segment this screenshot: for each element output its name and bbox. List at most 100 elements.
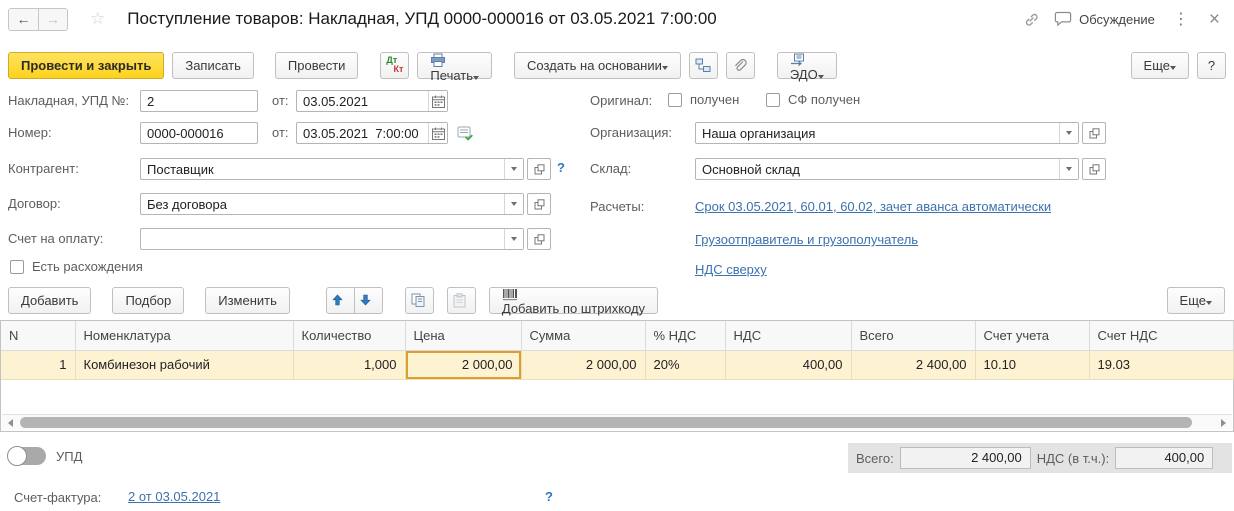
organization-input[interactable] (696, 123, 1059, 143)
organization-field-wrap (695, 122, 1079, 144)
move-up-button[interactable] (326, 287, 355, 314)
invoice-number-field-wrap (140, 90, 258, 112)
warehouse-input[interactable] (696, 159, 1059, 179)
forward-button[interactable]: → (38, 9, 67, 30)
col-header-sum[interactable]: Сумма (521, 321, 645, 350)
col-header-nomenclature[interactable]: Номенклатура (75, 321, 293, 350)
contract-input[interactable] (141, 194, 504, 214)
payment-account-open-button[interactable] (527, 228, 551, 250)
col-header-vat-account[interactable]: Счет НДС (1089, 321, 1233, 350)
document-date-field-wrap (296, 122, 448, 144)
number-field-wrap (140, 122, 258, 144)
shipper-consignee-link[interactable]: Грузоотправитель и грузополучатель (695, 232, 918, 247)
discussion-button[interactable]: Обсуждение (1054, 11, 1155, 27)
move-down-button[interactable] (354, 287, 383, 314)
col-header-total[interactable]: Всего (851, 321, 975, 350)
contractor-open-button[interactable] (527, 158, 551, 180)
organization-open-button[interactable] (1082, 122, 1106, 144)
number-label: Номер: (8, 122, 52, 144)
back-button[interactable]: ← (9, 9, 38, 30)
grid-header-row: N Номенклатура Количество Цена Сумма % Н… (1, 321, 1233, 350)
paperclip-icon (732, 58, 749, 73)
col-header-n[interactable]: N (1, 321, 75, 350)
edo-button[interactable]: ЭДО (777, 52, 837, 79)
close-icon[interactable]: × (1207, 10, 1222, 29)
more-button[interactable]: Еще (1131, 52, 1189, 79)
invoice-factura-help-link[interactable]: ? (545, 489, 553, 504)
favorite-star-icon[interactable]: ☆ (90, 9, 105, 29)
kebab-menu-icon[interactable]: ⋮ (1169, 9, 1193, 29)
cell-vat[interactable]: 400,00 (725, 350, 851, 379)
contract-open-button[interactable] (527, 193, 551, 215)
dt-kt-icon: ДтКт (386, 56, 403, 74)
document-date-calendar-button[interactable] (428, 123, 447, 143)
number-input[interactable] (141, 123, 257, 143)
dt-kt-postings-button[interactable]: ДтКт (380, 52, 409, 79)
col-header-account[interactable]: Счет учета (975, 321, 1089, 350)
contractor-help-link[interactable]: ? (557, 160, 565, 175)
payment-account-dropdown-button[interactable] (504, 229, 523, 249)
create-based-on-button[interactable]: Создать на основании (514, 52, 681, 79)
settlements-link[interactable]: Срок 03.05.2021, 60.01, 60.02, зачет ава… (695, 199, 1051, 214)
document-date-input[interactable] (297, 123, 428, 143)
print-button[interactable]: Печать (417, 52, 492, 79)
col-header-vat[interactable]: НДС (725, 321, 851, 350)
discussion-label: Обсуждение (1079, 12, 1155, 27)
post-button[interactable]: Провести (275, 52, 359, 79)
pick-items-button[interactable]: Подбор (112, 287, 184, 314)
organization-label: Организация: (590, 122, 672, 144)
page-title: Поступление товаров: Накладная, УПД 0000… (127, 9, 716, 29)
invoice-date-input[interactable] (297, 91, 428, 111)
add-by-barcode-button[interactable]: Добавить по штрихкоду (489, 287, 658, 314)
paste-rows-button[interactable] (447, 287, 476, 314)
horizontal-scrollbar[interactable] (2, 414, 1232, 430)
cell-price-selected[interactable]: 2 000,00 (405, 350, 521, 379)
cell-vat-percent[interactable]: 20% (645, 350, 725, 379)
warehouse-open-button[interactable] (1082, 158, 1106, 180)
contractor-input[interactable] (141, 159, 504, 179)
link-icon[interactable] (1023, 11, 1040, 28)
original-received-checkbox[interactable] (668, 93, 682, 107)
payment-account-input[interactable] (141, 229, 504, 249)
col-header-quantity[interactable]: Количество (293, 321, 405, 350)
copy-rows-button[interactable] (405, 287, 434, 314)
col-header-price[interactable]: Цена (405, 321, 521, 350)
warehouse-dropdown-button[interactable] (1059, 159, 1078, 179)
open-form-icon (534, 199, 545, 210)
scrollbar-thumb[interactable] (20, 417, 1192, 428)
scroll-left-arrow-icon[interactable] (8, 419, 13, 427)
cell-account[interactable]: 10.10 (975, 350, 1089, 379)
organization-dropdown-button[interactable] (1059, 123, 1078, 143)
upd-toggle-row: УПД (8, 447, 82, 465)
cell-vat-account[interactable]: 19.03 (1089, 350, 1233, 379)
sf-received-checkbox[interactable] (766, 93, 780, 107)
write-button[interactable]: Записать (172, 52, 254, 79)
barcode-icon (502, 288, 645, 301)
cell-quantity[interactable]: 1,000 (293, 350, 405, 379)
original-received-row: получен (668, 92, 739, 107)
discrepancy-checkbox[interactable] (10, 260, 24, 274)
items-more-button[interactable]: Еще (1167, 287, 1225, 314)
edit-row-button[interactable]: Изменить (205, 287, 290, 314)
cell-nomenclature[interactable]: Комбинезон рабочий (75, 350, 293, 379)
discrepancy-checkbox-row: Есть расхождения (10, 259, 143, 274)
cell-sum[interactable]: 2 000,00 (521, 350, 645, 379)
related-documents-button[interactable] (689, 52, 718, 79)
help-button[interactable]: ? (1197, 52, 1226, 79)
invoice-number-input[interactable] (141, 91, 257, 111)
add-row-button[interactable]: Добавить (8, 287, 91, 314)
contract-dropdown-button[interactable] (504, 194, 523, 214)
post-and-close-button[interactable]: Провести и закрыть (8, 52, 164, 79)
scroll-right-arrow-icon[interactable] (1221, 419, 1226, 427)
attachments-button[interactable] (726, 52, 755, 79)
vat-on-top-link[interactable]: НДС сверху (695, 262, 767, 277)
contractor-dropdown-button[interactable] (504, 159, 523, 179)
document-edit-check-icon[interactable] (457, 126, 474, 141)
upd-toggle[interactable] (8, 447, 46, 465)
cell-total[interactable]: 2 400,00 (851, 350, 975, 379)
invoice-date-calendar-button[interactable] (428, 91, 447, 111)
invoice-factura-link[interactable]: 2 от 03.05.2021 (128, 489, 220, 504)
col-header-vat-percent[interactable]: % НДС (645, 321, 725, 350)
cell-n[interactable]: 1 (1, 350, 75, 379)
original-label: Оригинал: (590, 90, 652, 112)
